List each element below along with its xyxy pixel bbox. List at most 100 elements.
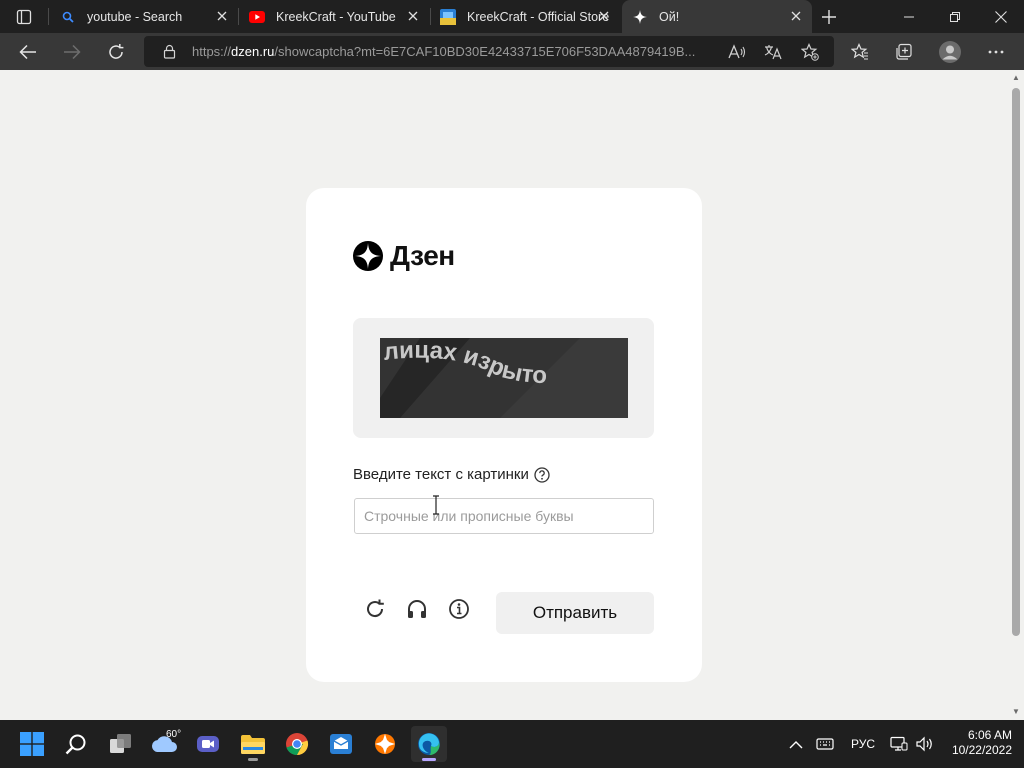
url-text[interactable]: https://dzen.ru/showcaptcha?mt=6E7CAF10B… xyxy=(192,44,722,59)
headphones-icon xyxy=(408,600,426,618)
avatar-icon xyxy=(939,41,961,63)
address-bar[interactable]: https://dzen.ru/showcaptcha?mt=6E7CAF10B… xyxy=(144,36,834,67)
search-icon xyxy=(60,9,76,25)
input-label: Введите текст с картинки xyxy=(353,466,529,483)
speaker-icon xyxy=(916,736,932,752)
restore-icon xyxy=(950,11,960,22)
clock-date: 10/22/2022 xyxy=(951,743,1012,757)
edge-button[interactable] xyxy=(411,726,447,762)
keyboard-icon xyxy=(816,738,834,750)
network-monitor-icon xyxy=(890,736,908,751)
windows-taskbar: 60° РУС 6:06 AM 10/22/2022 xyxy=(0,720,1024,768)
close-tab-icon[interactable] xyxy=(405,8,421,24)
plus-icon xyxy=(822,10,836,24)
tab-youtube-search[interactable]: youtube - Search xyxy=(50,0,238,33)
url-path: /showcaptcha?mt=6E7CAF10BD30E42433715E70… xyxy=(274,44,696,59)
add-favorite-button[interactable] xyxy=(800,42,820,62)
read-aloud-button[interactable] xyxy=(727,42,747,62)
search-icon xyxy=(65,734,86,755)
submit-button[interactable]: Отправить xyxy=(496,592,654,634)
chrome-button[interactable] xyxy=(279,726,315,762)
settings-more-button[interactable] xyxy=(980,36,1012,68)
logo-text: Дзен xyxy=(390,240,455,271)
close-icon xyxy=(995,10,1007,23)
captcha-image: лицах изрыто xyxy=(380,338,628,418)
close-tab-icon[interactable] xyxy=(214,8,230,24)
url-host: dzen.ru xyxy=(231,44,275,59)
youtube-icon xyxy=(249,9,265,25)
page-scrollbar[interactable]: ▲ ▼ xyxy=(1008,70,1024,720)
file-explorer-button[interactable] xyxy=(235,726,271,762)
dzen-logo: Дзен xyxy=(353,240,455,272)
help-question-icon[interactable] xyxy=(534,466,550,483)
tab-separator xyxy=(48,8,49,25)
minimize-button[interactable] xyxy=(886,0,932,33)
back-arrow-icon xyxy=(19,44,36,60)
sparkle-icon xyxy=(632,9,648,25)
favorites-star-icon xyxy=(851,43,868,60)
show-hidden-icons-button[interactable] xyxy=(786,734,806,754)
forward-arrow-icon xyxy=(64,44,81,60)
captcha-text-input[interactable] xyxy=(354,498,654,534)
active-window-indicator xyxy=(422,758,436,761)
tab-actions-button[interactable] xyxy=(0,0,48,33)
folder-icon xyxy=(241,735,265,754)
collections-button[interactable] xyxy=(888,36,920,68)
input-label-row: Введите текст с картинки xyxy=(353,466,550,483)
refresh-captcha-button[interactable] xyxy=(362,596,388,622)
tab-kreekcraft-store[interactable]: KreekCraft - Official Store xyxy=(430,0,620,33)
task-view-icon xyxy=(110,734,131,753)
video-chat-icon xyxy=(197,736,219,752)
mail-app-button[interactable] xyxy=(323,726,359,762)
back-button[interactable] xyxy=(12,36,44,68)
restore-button[interactable] xyxy=(932,0,978,33)
avast-app-button[interactable] xyxy=(367,726,403,762)
taskbar-clock[interactable]: 6:06 AM 10/22/2022 xyxy=(942,728,1012,758)
captcha-card: Дзен лицах изрыто Введите текст с картин… xyxy=(306,188,702,682)
scroll-up-arrow-icon[interactable]: ▲ xyxy=(1012,74,1020,82)
chrome-icon xyxy=(286,733,309,756)
favorites-button[interactable] xyxy=(844,36,876,68)
close-tab-icon[interactable] xyxy=(596,8,612,24)
forward-button[interactable] xyxy=(56,36,88,68)
touch-keyboard-button[interactable] xyxy=(815,734,835,754)
scrollbar-thumb[interactable] xyxy=(1012,88,1020,636)
scroll-down-arrow-icon[interactable]: ▼ xyxy=(1012,708,1020,716)
refresh-button[interactable] xyxy=(100,36,132,68)
translate-button[interactable] xyxy=(763,42,783,62)
read-aloud-icon xyxy=(728,44,746,59)
new-tab-button[interactable] xyxy=(816,4,842,30)
chat-app-button[interactable] xyxy=(190,726,226,762)
refresh-icon xyxy=(109,44,124,59)
info-button[interactable] xyxy=(446,596,472,622)
task-view-button[interactable] xyxy=(103,726,139,762)
chevron-up-icon xyxy=(789,740,803,748)
tab-kreekcraft-youtube[interactable]: KreekCraft - YouTube xyxy=(239,0,429,33)
weather-temperature: 60° xyxy=(166,729,182,740)
close-window-button[interactable] xyxy=(978,0,1024,33)
lock-icon[interactable] xyxy=(162,44,177,59)
tab-captcha-active[interactable]: Ой! xyxy=(622,0,812,33)
network-button[interactable] xyxy=(889,734,909,754)
audio-captcha-button[interactable] xyxy=(404,596,430,622)
dzen-star-icon xyxy=(353,241,383,271)
running-indicator xyxy=(248,758,258,761)
more-dots-icon xyxy=(988,50,1004,54)
tab-strip: youtube - Search KreekCraft - YouTube Kr… xyxy=(0,0,1024,33)
taskbar-search-button[interactable] xyxy=(58,726,94,762)
windows-logo-icon xyxy=(20,732,44,756)
tab-actions-icon xyxy=(16,9,32,24)
page-content: Дзен лицах изрыто Введите текст с картин… xyxy=(0,70,1024,720)
profile-button[interactable] xyxy=(934,36,966,68)
info-icon xyxy=(449,599,469,619)
start-button[interactable] xyxy=(14,726,50,762)
volume-button[interactable] xyxy=(915,734,935,754)
collections-icon xyxy=(896,43,912,60)
refresh-icon xyxy=(367,599,384,618)
input-language[interactable]: РУС xyxy=(851,737,875,751)
close-tab-icon[interactable] xyxy=(788,8,804,24)
store-icon xyxy=(440,8,456,25)
minimize-icon xyxy=(904,16,914,17)
edge-icon xyxy=(418,733,440,756)
browser-toolbar: https://dzen.ru/showcaptcha?mt=6E7CAF10B… xyxy=(0,33,1024,70)
